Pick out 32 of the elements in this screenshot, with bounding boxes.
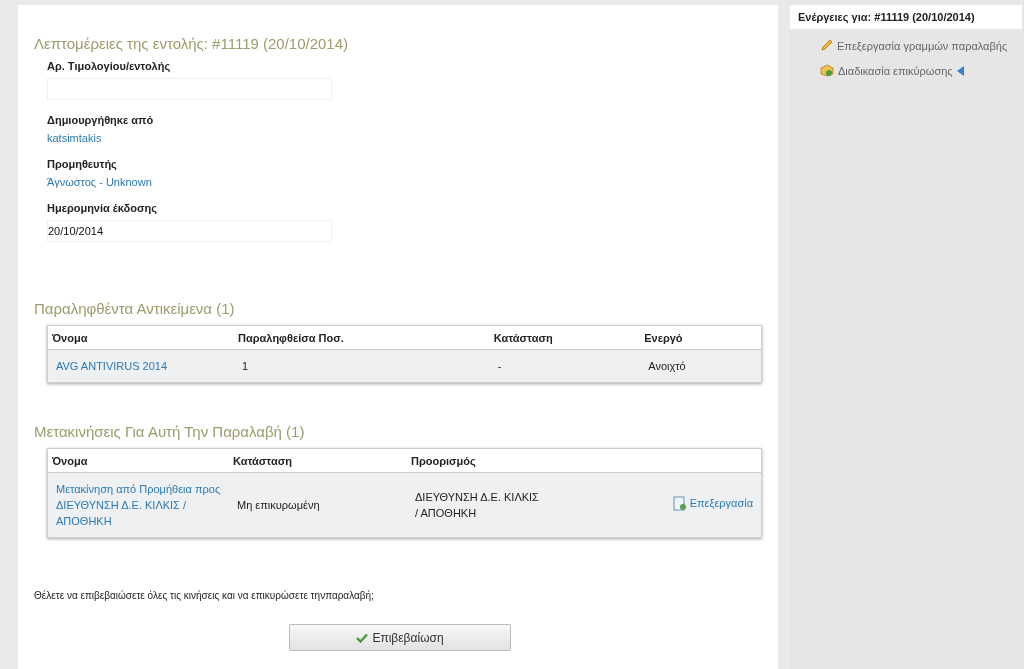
column-header: Κατάσταση: [229, 448, 407, 473]
edit-link[interactable]: Επεξεργασία: [672, 495, 753, 512]
field-link[interactable]: Άγνωστος - Unknown: [47, 176, 152, 188]
column-header: Ενεργό: [640, 325, 762, 350]
box-icon: [820, 64, 834, 77]
section-title: Μετακινήσεις Για Αυτή Την Παραλαβή (1): [34, 423, 306, 440]
table-cell: 1: [234, 349, 490, 383]
section-title: Παραληφθέντα Αντικείμενα (1): [34, 300, 236, 317]
confirm-question: Θέλετε να επιβεβαιώσετε όλες τις κινήσεις και να επικυρώσετε τηνπαραλαβή;: [34, 590, 375, 601]
column-header: Κατάσταση: [489, 325, 641, 350]
table-cell: Μη επικυρωμένη: [229, 472, 407, 538]
table-cell-text: ΔΙΕΥΘΥΝΣΗ Δ.Ε. ΚΙΛΚΙΣ / ΑΠΟΘΗΚΗ: [415, 490, 540, 521]
sidebar-title: Ενέργειες για: #11119 (20/10/2014): [790, 5, 1022, 29]
text-field[interactable]: 20/10/2014: [47, 220, 332, 242]
table-cell: Ανοιχτό: [640, 349, 762, 383]
field-link[interactable]: katsimtakis: [47, 132, 102, 144]
field-label: Δημιουργήθηκε από: [47, 114, 155, 126]
sidebar-item[interactable]: Διαδικασία επικύρωσης: [790, 58, 1024, 83]
edit-document-icon: [672, 495, 687, 511]
sidebar-item[interactable]: Επεξεργασία γραμμών παραλαβής: [790, 33, 1024, 58]
field-label: Αρ. Τιμολογίου/εντολής: [47, 60, 172, 72]
field-label: Προμηθευτής: [47, 158, 118, 170]
column-header: Όνομα: [47, 325, 234, 350]
column-header: Προορισμός: [407, 448, 623, 473]
column-header: Παραληφθείσα Ποσ.: [234, 325, 490, 350]
column-header: Όνομα: [47, 448, 229, 473]
pencil-icon: [820, 39, 833, 52]
field-label: Ημερομηνία έκδοσης: [47, 202, 158, 214]
check-icon: [356, 632, 369, 643]
table-cell: -: [489, 349, 641, 383]
section-title: Λεπτομέρειες της εντολής: #11119 (20/10/2014): [34, 35, 350, 52]
confirm-button[interactable]: Επιβεβαίωση: [289, 624, 511, 651]
